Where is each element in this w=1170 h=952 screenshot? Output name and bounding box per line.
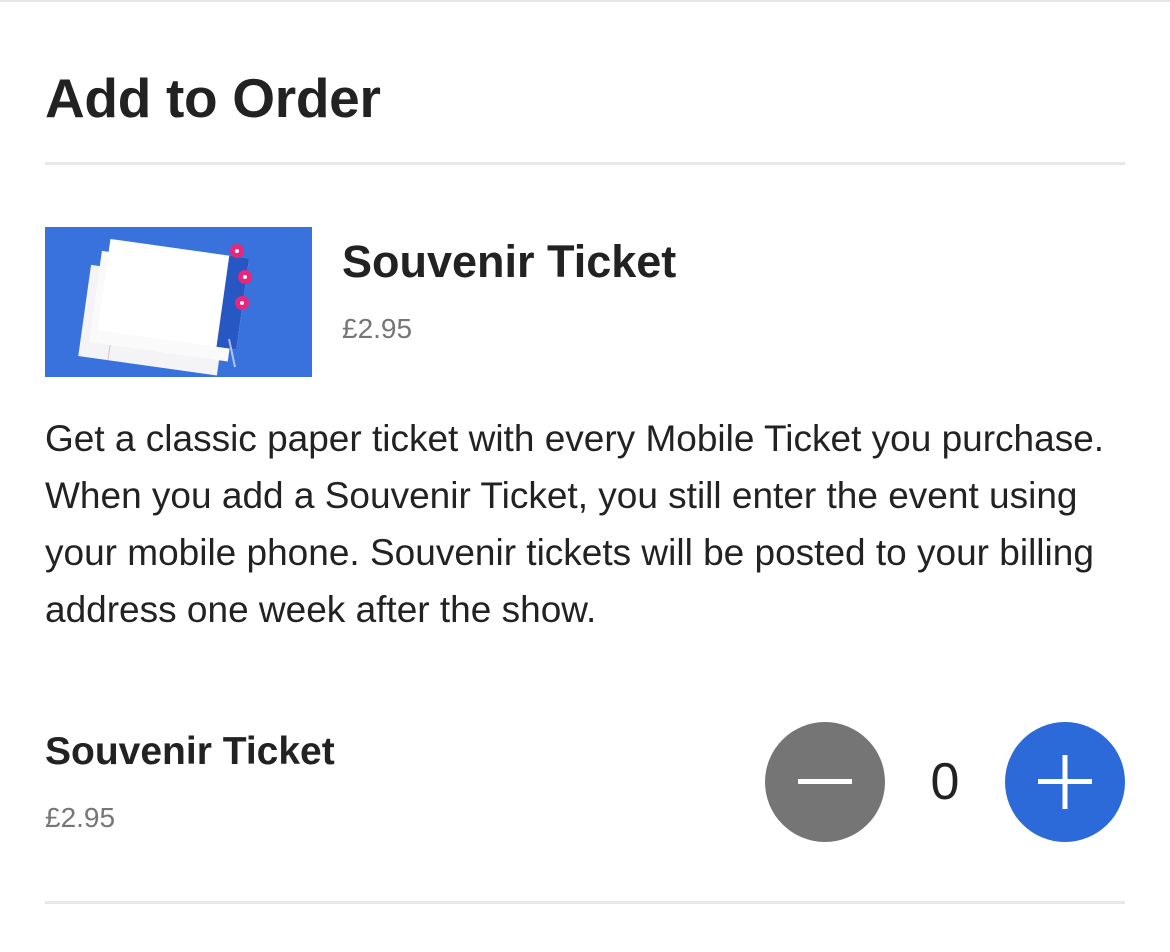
product-name: Souvenir Ticket xyxy=(342,236,677,287)
product-description: Get a classic paper ticket with every Mo… xyxy=(45,418,1105,630)
top-border xyxy=(0,0,1170,2)
footer-divider xyxy=(45,901,1125,904)
increment-button[interactable] xyxy=(1005,722,1125,842)
decrement-button[interactable] xyxy=(765,722,885,842)
paper-tickets-illustration xyxy=(45,227,312,377)
header-divider xyxy=(45,162,1125,165)
souvenir-ticket-image xyxy=(45,227,312,377)
product-price: £2.95 xyxy=(342,313,413,344)
minus-icon xyxy=(798,779,852,784)
quantity-item-price: £2.95 xyxy=(45,802,116,833)
page-title: Add to Order xyxy=(45,67,381,129)
quantity-value: 0 xyxy=(930,753,960,811)
quantity-item-name: Souvenir Ticket xyxy=(45,730,335,773)
plus-icon xyxy=(1038,755,1092,809)
